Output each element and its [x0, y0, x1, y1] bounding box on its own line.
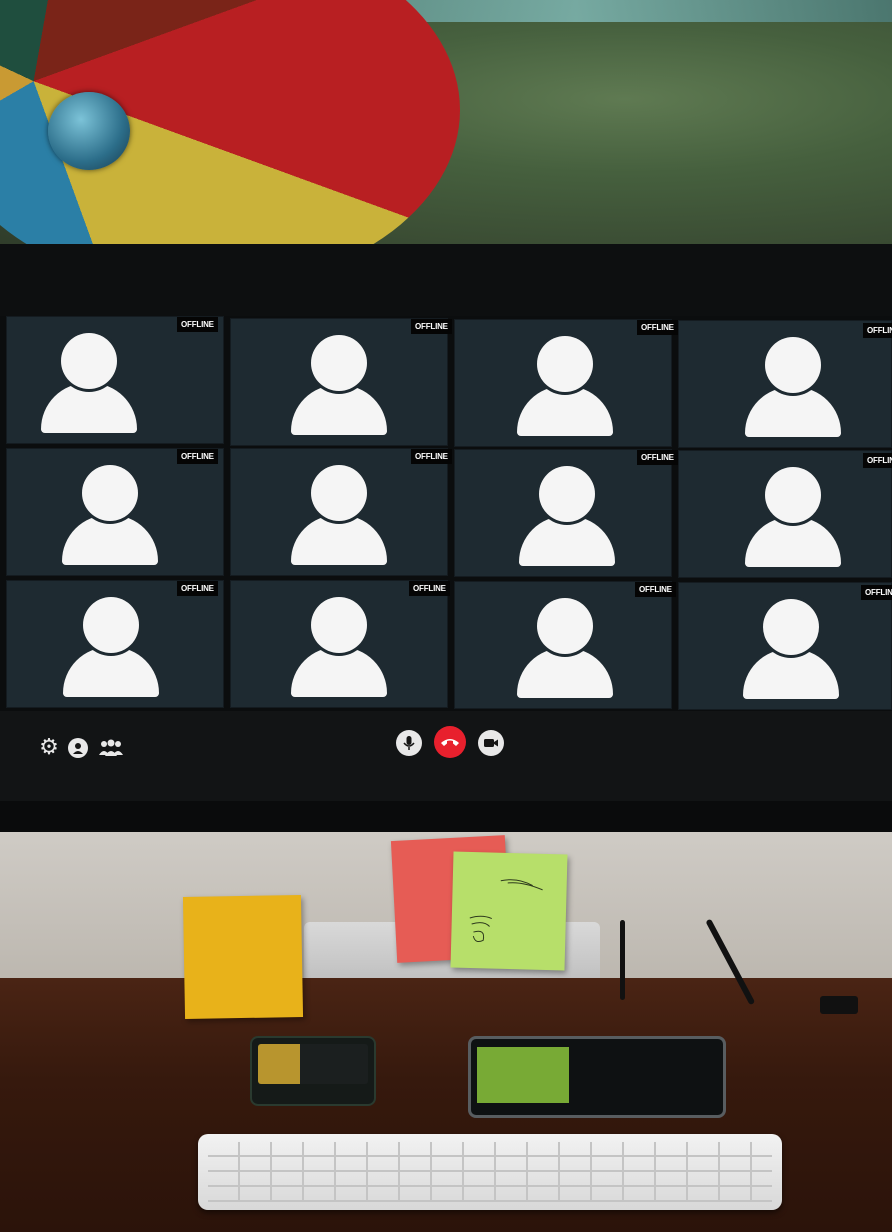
avatar-head	[82, 465, 138, 521]
status-badge: OFFLINE	[863, 323, 892, 338]
avatar-body	[291, 515, 387, 565]
video-camera-icon[interactable]	[478, 730, 504, 756]
avatar-head	[311, 465, 367, 521]
tablet-screen-reflection	[477, 1047, 569, 1103]
status-badge: OFFLINE	[863, 453, 892, 468]
monitor-bezel	[0, 801, 892, 832]
tablet	[468, 1036, 726, 1118]
participant-tile[interactable]: OFFLINE	[454, 581, 676, 709]
avatar-body	[745, 387, 841, 437]
avatar-body	[517, 386, 613, 436]
cable-plug	[820, 996, 858, 1014]
painting-ball-center	[48, 92, 130, 170]
screen-top-band	[0, 244, 892, 316]
avatar-body	[517, 648, 613, 698]
cable	[620, 920, 625, 1000]
sticky-note-green	[450, 851, 568, 971]
avatar-body	[41, 383, 137, 433]
keyboard-keys	[208, 1142, 772, 1202]
participant-tile[interactable]: OFFLINE	[678, 320, 892, 448]
participant-grid: OFFLINE OFFLINE OFFLINE OFFLINE OFFLINE …	[6, 316, 892, 711]
avatar-body	[62, 515, 158, 565]
avatar-head	[311, 597, 367, 653]
avatar-head	[539, 466, 595, 522]
avatar-head	[537, 598, 593, 654]
smartphone	[250, 1036, 376, 1106]
participant-tile[interactable]: OFFLINE	[6, 316, 224, 444]
status-badge: OFFLINE	[411, 319, 452, 334]
keyboard	[198, 1134, 782, 1210]
avatar-head	[61, 333, 117, 389]
participant-tile[interactable]: OFFLINE	[678, 582, 892, 710]
status-badge: OFFLINE	[411, 449, 452, 464]
hang-up-icon	[441, 739, 459, 746]
microphone-icon[interactable]	[396, 730, 422, 756]
avatar-head	[765, 467, 821, 523]
avatar-head	[763, 599, 819, 655]
hang-up-button[interactable]	[434, 726, 466, 758]
status-badge: OFFLINE	[637, 450, 678, 465]
video-camera-icon-glyph	[484, 739, 498, 747]
status-badge: OFFLINE	[177, 449, 218, 464]
participant-tile[interactable]: OFFLINE	[454, 449, 678, 577]
participant-tile[interactable]: OFFLINE	[6, 448, 224, 576]
avatar-head	[311, 335, 367, 391]
call-control-bar: ⚙	[0, 711, 892, 801]
participant-tile[interactable]: OFFLINE	[678, 450, 892, 578]
gear-icon[interactable]: ⚙	[38, 734, 60, 759]
status-badge: OFFLINE	[637, 320, 678, 335]
microphone-icon-glyph	[403, 736, 415, 750]
avatar-body	[291, 385, 387, 435]
avatar-body	[63, 647, 159, 697]
avatar-head	[537, 336, 593, 392]
user-icon-glyph	[73, 743, 83, 754]
monitor-screen: OFFLINE OFFLINE OFFLINE OFFLINE OFFLINE …	[0, 244, 892, 832]
wall-painting	[0, 0, 892, 248]
participant-tile[interactable]: OFFLINE	[230, 448, 452, 576]
avatar-head	[83, 597, 139, 653]
participant-tile[interactable]: OFFLINE	[6, 580, 224, 708]
participant-tile[interactable]: OFFLINE	[230, 318, 452, 446]
participant-tile[interactable]: OFFLINE	[454, 319, 678, 447]
users-icon-glyph	[99, 739, 123, 756]
participant-tile[interactable]: OFFLINE	[230, 580, 450, 708]
avatar-body	[743, 649, 839, 699]
avatar-body	[519, 516, 615, 566]
avatar-head	[765, 337, 821, 393]
user-icon[interactable]	[68, 738, 88, 758]
status-badge: OFFLINE	[861, 585, 892, 600]
phone-screen	[258, 1044, 368, 1084]
status-badge: OFFLINE	[409, 581, 450, 596]
sticky-note-yellow	[182, 894, 304, 1020]
status-badge: OFFLINE	[177, 581, 218, 596]
status-badge: OFFLINE	[635, 582, 676, 597]
users-icon[interactable]	[98, 738, 124, 758]
status-badge: OFFLINE	[177, 317, 218, 332]
avatar-body	[291, 647, 387, 697]
avatar-body	[745, 517, 841, 567]
scribble-drawing	[469, 879, 543, 943]
